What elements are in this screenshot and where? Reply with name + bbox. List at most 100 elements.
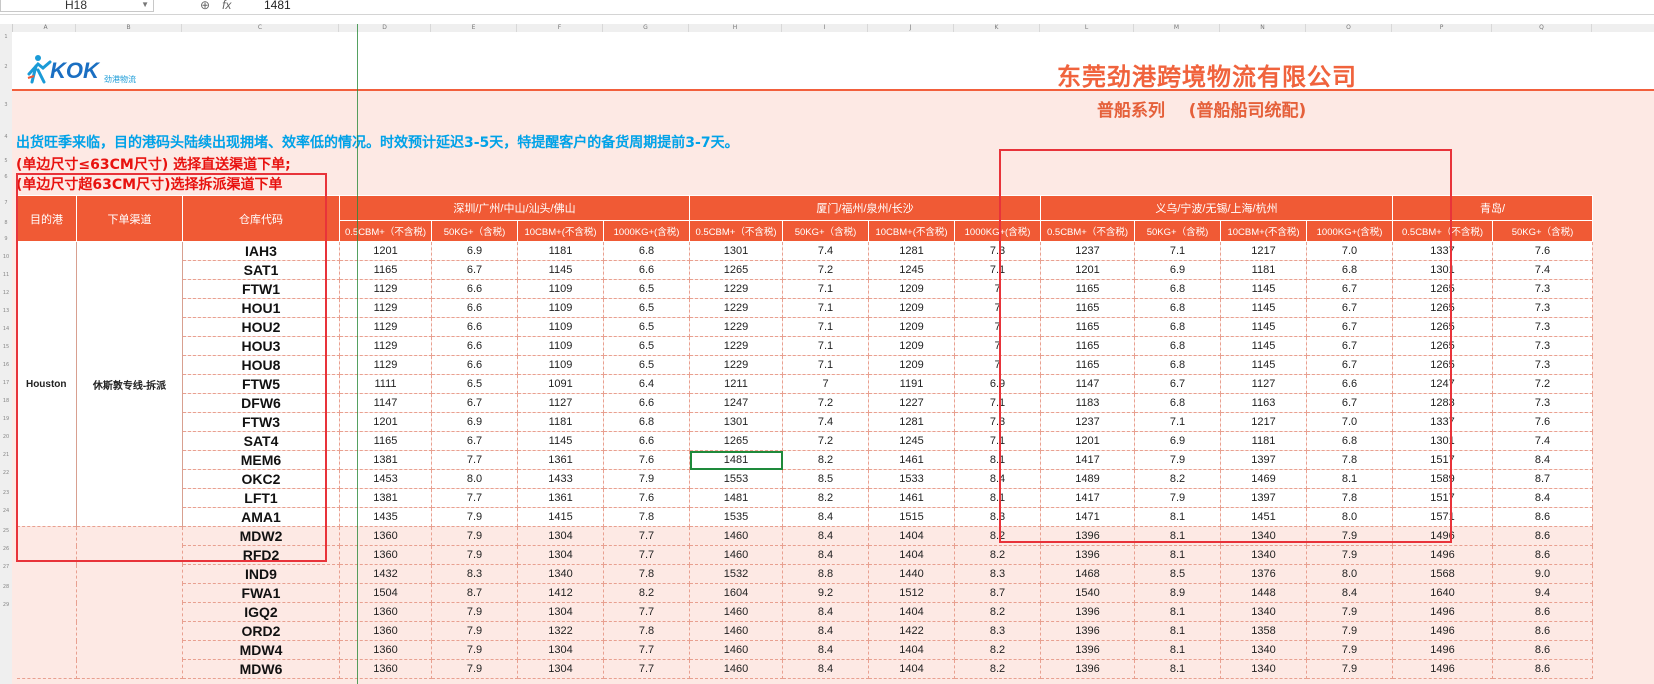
rate-cell[interactable]: 7.2 bbox=[1492, 374, 1593, 394]
channel-cell[interactable]: 休斯敦专线-拆派 bbox=[76, 241, 183, 527]
rate-cell[interactable]: 1496 bbox=[1392, 621, 1493, 641]
rate-cell[interactable]: 1183 bbox=[1040, 393, 1135, 413]
rate-cell[interactable]: 8.6 bbox=[1492, 545, 1593, 565]
rate-cell[interactable]: 7.3 bbox=[1492, 336, 1593, 356]
rate-cell[interactable]: 1404 bbox=[868, 545, 955, 565]
rate-cell[interactable]: 7.6 bbox=[1492, 241, 1593, 261]
rate-cell[interactable]: 1397 bbox=[1220, 450, 1307, 470]
rate-cell[interactable]: 8.4 bbox=[782, 621, 869, 641]
rate-cell[interactable]: 1209 bbox=[868, 317, 955, 337]
rate-cell[interactable]: 6.7 bbox=[431, 393, 518, 413]
sub-header[interactable]: 10CBM+(不含税) bbox=[1220, 220, 1307, 242]
rate-cell[interactable]: 6.9 bbox=[431, 241, 518, 261]
rate-cell[interactable]: 1165 bbox=[1040, 355, 1135, 375]
rate-cell[interactable]: 6.7 bbox=[1306, 279, 1393, 299]
rate-cell[interactable]: 1515 bbox=[868, 507, 955, 527]
rate-cell[interactable]: 1340 bbox=[1220, 526, 1307, 546]
rate-cell[interactable]: 8.7 bbox=[431, 583, 518, 603]
rate-cell[interactable]: 7 bbox=[954, 298, 1041, 318]
warehouse-code-cell[interactable]: HOU2 bbox=[182, 317, 340, 337]
fx-icon[interactable]: fx bbox=[222, 0, 231, 12]
rate-cell[interactable]: 7.9 bbox=[1134, 450, 1221, 470]
rate-cell[interactable]: 1201 bbox=[339, 241, 432, 261]
rate-cell[interactable]: 1181 bbox=[517, 241, 604, 261]
row-header-number[interactable]: 17 bbox=[0, 380, 12, 386]
rate-cell[interactable]: 1448 bbox=[1220, 583, 1307, 603]
rate-cell[interactable]: 1227 bbox=[868, 393, 955, 413]
warehouse-code-cell[interactable]: HOU3 bbox=[182, 336, 340, 356]
rate-cell[interactable]: 8.4 bbox=[782, 602, 869, 622]
rate-cell[interactable]: 8.1 bbox=[1134, 526, 1221, 546]
rate-cell[interactable]: 7.2 bbox=[782, 393, 869, 413]
rate-cell[interactable]: 6.6 bbox=[431, 279, 518, 299]
rate-cell[interactable]: 1460 bbox=[689, 659, 783, 679]
rate-cell[interactable]: 1247 bbox=[689, 393, 783, 413]
rate-cell[interactable]: 7.2 bbox=[782, 260, 869, 280]
rate-cell[interactable]: 6.8 bbox=[1134, 336, 1221, 356]
rate-cell[interactable]: 1265 bbox=[1392, 336, 1493, 356]
sub-header[interactable]: 0.5CBM+（不含税) bbox=[689, 220, 783, 242]
rate-cell[interactable]: 8.5 bbox=[782, 469, 869, 489]
column-header-p[interactable]: P bbox=[1392, 24, 1492, 32]
rate-cell[interactable]: 6.6 bbox=[603, 260, 690, 280]
rate-cell[interactable]: 1209 bbox=[868, 355, 955, 375]
rate-cell[interactable]: 1340 bbox=[1220, 640, 1307, 660]
sub-header[interactable]: 1000KG+(含税) bbox=[954, 220, 1041, 242]
rate-cell[interactable]: 8.2 bbox=[954, 659, 1041, 679]
rate-cell[interactable]: 1460 bbox=[689, 545, 783, 565]
row-header-number[interactable]: 8 bbox=[0, 220, 12, 226]
rate-cell[interactable]: 1111 bbox=[339, 374, 432, 394]
rate-cell[interactable]: 8.6 bbox=[1492, 507, 1593, 527]
sub-header[interactable]: 1000KG+(含税) bbox=[1306, 220, 1393, 242]
warehouse-code-cell[interactable]: FTW5 bbox=[182, 374, 340, 394]
rate-cell[interactable]: 1604 bbox=[689, 583, 783, 603]
rate-cell[interactable]: 1201 bbox=[1040, 260, 1135, 280]
rate-cell[interactable]: 7 bbox=[782, 374, 869, 394]
rate-cell[interactable]: 1496 bbox=[1392, 526, 1493, 546]
rate-cell[interactable]: 1165 bbox=[1040, 279, 1135, 299]
column-header-k[interactable]: K bbox=[954, 24, 1040, 32]
rate-cell[interactable]: 7 bbox=[954, 317, 1041, 337]
column-header-c[interactable]: C bbox=[182, 24, 339, 32]
rate-cell[interactable]: 8.0 bbox=[1306, 507, 1393, 527]
rate-cell[interactable]: 6.8 bbox=[1134, 355, 1221, 375]
rate-cell[interactable]: 1417 bbox=[1040, 450, 1135, 470]
rate-cell[interactable]: 1396 bbox=[1040, 602, 1135, 622]
rate-cell[interactable]: 8.2 bbox=[954, 640, 1041, 660]
rate-cell[interactable]: 1404 bbox=[868, 659, 955, 679]
rate-cell[interactable]: 7 bbox=[954, 279, 1041, 299]
row-header-number[interactable]: 27 bbox=[0, 564, 12, 570]
rate-cell[interactable]: 6.7 bbox=[1306, 298, 1393, 318]
rate-cell[interactable]: 1396 bbox=[1040, 545, 1135, 565]
rate-cell[interactable]: 1381 bbox=[339, 450, 432, 470]
rate-cell[interactable]: 1165 bbox=[1040, 317, 1135, 337]
warehouse-code-cell[interactable]: AMA1 bbox=[182, 507, 340, 527]
rate-cell[interactable]: 8.6 bbox=[1492, 640, 1593, 660]
rate-cell[interactable]: 1512 bbox=[868, 583, 955, 603]
rate-cell[interactable]: 7.9 bbox=[603, 469, 690, 489]
sub-header[interactable]: 0.5CBM+（不含税) bbox=[1392, 220, 1493, 242]
rate-cell[interactable]: 1517 bbox=[1392, 488, 1493, 508]
rate-cell[interactable]: 1237 bbox=[1040, 241, 1135, 261]
rate-cell[interactable]: 6.7 bbox=[431, 431, 518, 451]
rate-cell[interactable]: 6.6 bbox=[603, 431, 690, 451]
rate-cell[interactable]: 7.7 bbox=[603, 659, 690, 679]
rate-cell[interactable]: 7.4 bbox=[1492, 260, 1593, 280]
rate-cell[interactable]: 1360 bbox=[339, 602, 432, 622]
rate-cell[interactable]: 8.4 bbox=[782, 507, 869, 527]
row-header-number[interactable]: 19 bbox=[0, 416, 12, 422]
rate-cell[interactable]: 1304 bbox=[517, 659, 604, 679]
row-header-number[interactable]: 20 bbox=[0, 434, 12, 440]
rate-cell[interactable]: 7.6 bbox=[603, 450, 690, 470]
rate-cell[interactable]: 6.6 bbox=[431, 336, 518, 356]
rate-cell[interactable]: 1460 bbox=[689, 526, 783, 546]
sub-header[interactable]: 10CBM+(不含税) bbox=[517, 220, 604, 242]
header-warehouse[interactable]: 仓库代码 bbox=[182, 195, 340, 242]
rate-cell[interactable]: 1340 bbox=[1220, 602, 1307, 622]
rate-cell[interactable]: 1145 bbox=[1220, 336, 1307, 356]
sub-header[interactable]: 50KG+（含税) bbox=[1134, 220, 1221, 242]
rate-cell[interactable]: 1165 bbox=[1040, 336, 1135, 356]
rate-cell[interactable]: 1165 bbox=[1040, 298, 1135, 318]
rate-cell[interactable]: 7.8 bbox=[603, 507, 690, 527]
channel-cell[interactable] bbox=[76, 526, 183, 679]
